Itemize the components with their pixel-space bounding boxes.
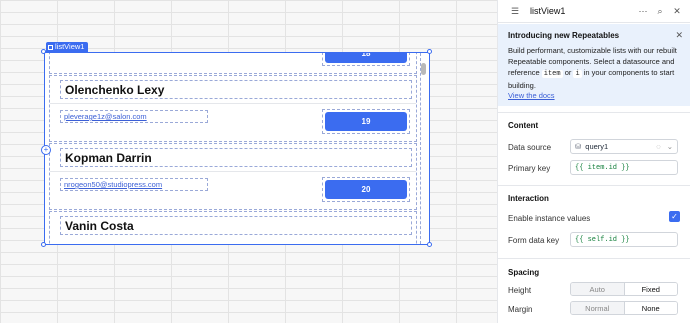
height-label: Height	[508, 286, 532, 295]
data-source-value: query1	[585, 142, 609, 151]
primary-key-input[interactable]: {{ item.id }}	[570, 160, 678, 175]
close-icon[interactable]: ✕	[670, 6, 684, 17]
data-source-label: Data source	[508, 143, 552, 152]
margin-toggle[interactable]: Normal None	[570, 301, 678, 315]
search-icon[interactable]: ⌕	[653, 6, 667, 17]
interaction-section: Interaction Enable instance values Form …	[498, 185, 690, 255]
list-item[interactable]: Vanin Costa	[49, 211, 417, 244]
resize-handle-top-left[interactable]	[41, 49, 46, 54]
resize-handle-bottom-right[interactable]	[427, 242, 432, 247]
spacing-section-title[interactable]: Spacing	[508, 268, 539, 277]
button-wrapper: 19	[322, 109, 410, 134]
banner-close-icon[interactable]: ✕	[675, 30, 683, 41]
banner-text-or: or	[564, 68, 572, 77]
view-docs-link[interactable]: View the docs	[508, 91, 681, 100]
primary-key-value: {{ item.id }}	[575, 163, 630, 172]
list-item[interactable]: Olenchenko Lexy pleverage1z@salon.com 19	[49, 75, 417, 142]
banner-text: Build performant, customizable lists wit…	[508, 45, 681, 91]
content-section-title[interactable]: Content	[508, 121, 538, 130]
scrollbar-thumb[interactable]	[421, 63, 426, 75]
form-data-key-input[interactable]: {{ self.id }}	[570, 232, 678, 247]
more-options-icon[interactable]: ⋯	[636, 6, 650, 17]
resize-handle-bottom-left[interactable]	[41, 242, 46, 247]
margin-label: Margin	[508, 305, 533, 314]
list-item[interactable]: Kopman Darrin nrogeon50@studiopress.com …	[49, 143, 417, 210]
form-data-key-label: Form data key	[508, 236, 560, 245]
row-divider	[50, 103, 416, 104]
list-view[interactable]: 18 Olenchenko Lexy pleverage1z@salon.com…	[44, 52, 430, 245]
row-button[interactable]: 19	[325, 112, 407, 131]
inspector-panel: ☰ listView1 ⋯ ⌕ ✕ Introducing new Repeat…	[497, 0, 690, 323]
list-item[interactable]: 18	[49, 53, 417, 74]
info-banner: Introducing new Repeatables ✕ Build perf…	[498, 24, 690, 106]
loading-icon: ◌	[656, 142, 661, 151]
content-section: Content Data source ⛁ query1 ◌ ⌄ Primary…	[498, 112, 690, 182]
button-wrapper: 20	[322, 177, 410, 202]
row-name: Vanin Costa	[60, 216, 412, 235]
component-icon	[48, 44, 53, 50]
row-button[interactable]: 18	[325, 53, 407, 63]
code-i: i	[573, 70, 582, 78]
height-option-auto[interactable]: Auto	[571, 283, 624, 295]
form-data-key-value: {{ self.id }}	[575, 235, 630, 244]
inspector-header: ☰ listView1 ⋯ ⌕ ✕	[498, 0, 690, 23]
button-wrapper: 18	[322, 53, 410, 66]
resize-handle-top-right[interactable]	[427, 49, 432, 54]
spacing-section: Spacing Height Auto Fixed Margin Normal …	[498, 258, 690, 323]
row-name: Kopman Darrin	[60, 148, 412, 167]
row-email-link[interactable]: pleverage1z@salon.com	[60, 110, 208, 123]
scroll-rail	[420, 53, 421, 244]
margin-option-normal[interactable]: Normal	[571, 302, 624, 314]
banner-title: Introducing new Repeatables	[508, 31, 620, 40]
component-selection-tag[interactable]: listView1	[46, 42, 89, 52]
editor-canvas[interactable]: listView1 18 Olenchenko Lexy pleverage1z…	[0, 0, 497, 323]
data-source-select[interactable]: ⛁ query1 ◌ ⌄	[570, 139, 678, 154]
code-item: item	[541, 70, 563, 78]
row-name: Olenchenko Lexy	[60, 80, 412, 99]
row-email-link[interactable]: nrogeon50@studiopress.com	[60, 178, 208, 191]
row-button[interactable]: 20	[325, 180, 407, 199]
add-row-icon[interactable]: +	[41, 145, 51, 155]
hamburger-icon[interactable]: ☰	[508, 6, 522, 17]
height-option-fixed[interactable]: Fixed	[623, 283, 677, 295]
chevron-down-icon: ⌄	[666, 142, 673, 151]
height-toggle[interactable]: Auto Fixed	[570, 282, 678, 296]
component-tag-label: listView1	[55, 42, 85, 51]
database-icon: ⛁	[575, 142, 582, 151]
row-divider	[50, 171, 416, 172]
enable-instance-values-checkbox[interactable]: ✓	[669, 211, 680, 222]
inspector-title[interactable]: listView1	[530, 6, 633, 16]
margin-option-none[interactable]: None	[623, 302, 677, 314]
enable-instance-values-label: Enable instance values	[508, 214, 591, 223]
interaction-section-title[interactable]: Interaction	[508, 194, 549, 203]
primary-key-label: Primary key	[508, 164, 551, 173]
